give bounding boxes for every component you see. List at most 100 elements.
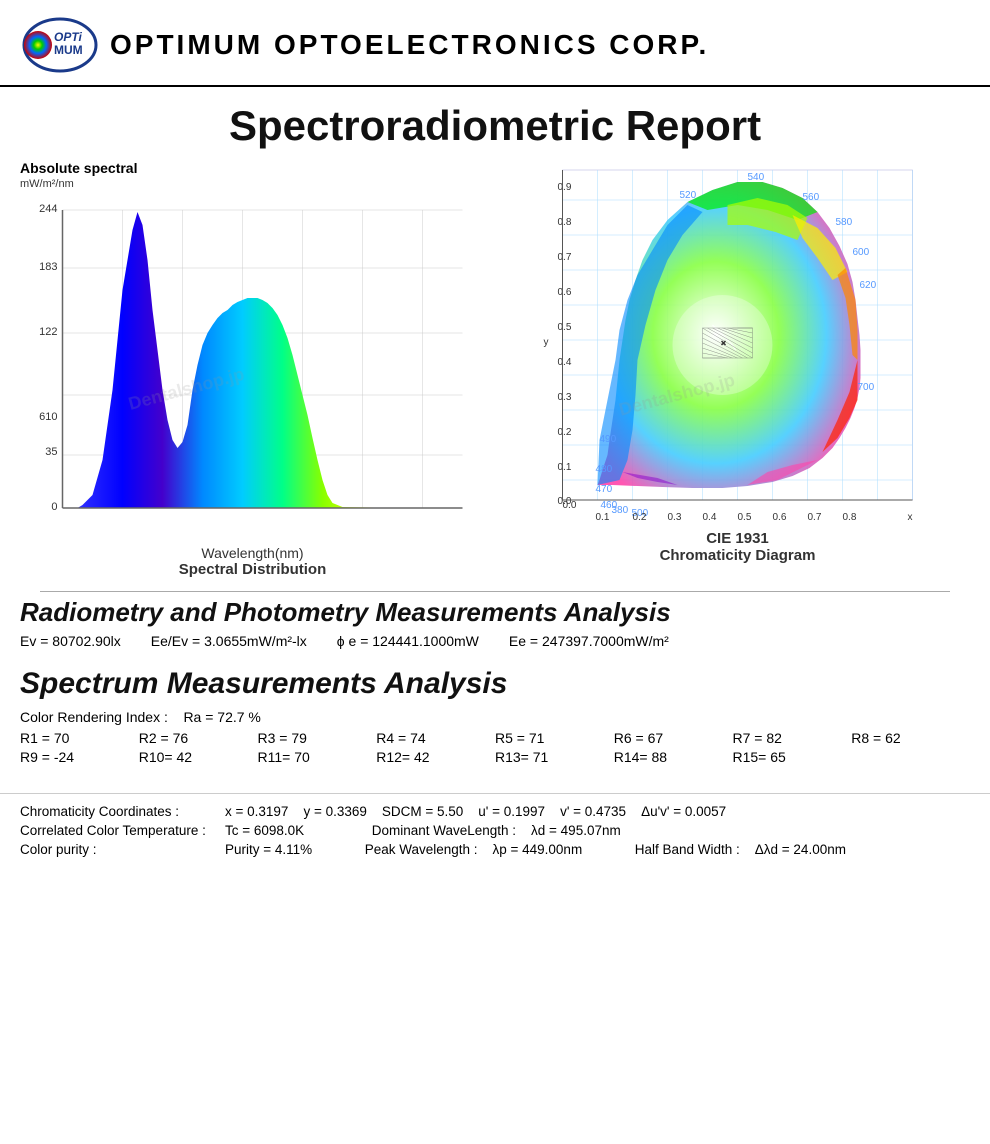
svg-text:700: 700 [858,382,875,393]
chromaticity-section: Chromaticity Coordinates : x = 0.3197 y … [0,793,990,866]
report-title: Spectroradiometric Report [0,87,990,160]
cie-title: CIE 1931 [505,530,970,547]
svg-text:610: 610 [39,411,57,423]
svg-text:490: 490 [600,434,617,445]
cie-chart-area: 520 540 560 580 600 620 700 490 480 470 … [505,160,970,530]
ee-ev-value: Ee/Ev = 3.0655mW/m²-lx [151,633,307,649]
r-row-2: R9 = -24 R10= 42 R11= 70 R12= 42 R13= 71… [20,749,970,765]
wavelength-label: Wavelength(nm) [20,545,485,561]
spectrum-title: Spectrum Measurements Analysis [20,667,970,701]
chrom-sdcm: SDCM = 5.50 [382,804,463,819]
svg-text:0.6: 0.6 [773,512,787,523]
company-name: OPTIMUM OPTOELECTRONICS CORP. [110,29,709,61]
cct-label: Correlated Color Temperature : [20,823,210,838]
r10: R10= 42 [139,749,258,765]
chrom-row-3: Color purity : Purity = 4.11% Peak Wavel… [20,842,970,857]
svg-text:OPTi: OPTi [54,30,82,44]
svg-text:470: 470 [596,484,613,495]
svg-text:0.7: 0.7 [808,512,822,523]
cri-line: Color Rendering Index : Ra = 72.7 % [20,709,970,725]
svg-text:620: 620 [860,280,877,291]
svg-text:0.4: 0.4 [558,357,572,368]
svg-text:0.1: 0.1 [558,462,572,473]
purity-value: Purity = 4.11% [225,842,312,857]
hbw-label: Half Band Width : [635,842,740,857]
color-purity-label: Color purity : [20,842,210,857]
svg-text:183: 183 [39,261,57,273]
radiometry-title: Radiometry and Photometry Measurements A… [20,597,970,628]
cie-subtitle: Chromaticity Diagram [505,547,970,564]
r15: R15= 65 [733,749,852,765]
dom-wavelength-value: λd = 495.07nm [531,823,621,838]
charts-section: Absolute spectral mW/m²/nm [0,160,990,578]
svg-text:35: 35 [45,446,57,458]
svg-text:0.5: 0.5 [558,322,572,333]
r12: R12= 42 [376,749,495,765]
chrom-row-2: Correlated Color Temperature : Tc = 6098… [20,823,970,838]
svg-text:0.0: 0.0 [558,496,572,507]
svg-text:0.8: 0.8 [558,217,572,228]
svg-text:MUM: MUM [54,43,83,57]
chrom-v: v' = 0.4735 [560,804,626,819]
svg-text:0.9: 0.9 [558,182,572,193]
spectral-unit: mW/m²/nm [20,178,485,190]
radiometry-values: Ev = 80702.90lx Ee/Ev = 3.0655mW/m²-lx ϕ… [20,633,970,649]
spectral-title: Spectral Distribution [20,561,485,578]
divider1 [40,591,950,592]
r5: R5 = 71 [495,730,614,746]
svg-text:0.7: 0.7 [558,252,572,263]
svg-text:0.8: 0.8 [843,512,857,523]
svg-text:0.2: 0.2 [558,427,572,438]
svg-text:600: 600 [853,247,870,258]
svg-text:0.5: 0.5 [738,512,752,523]
r14: R14= 88 [614,749,733,765]
r3: R3 = 79 [258,730,377,746]
r8: R8 = 62 [851,730,970,746]
chrom-y: y = 0.3369 [303,804,366,819]
radiometry-section: Radiometry and Photometry Measurements A… [0,578,990,657]
r1: R1 = 70 [20,730,139,746]
chrom-x: x = 0.3197 [225,804,288,819]
svg-text:560: 560 [803,192,820,203]
svg-text:380: 380 [612,505,629,516]
ee-value: Ee = 247397.7000mW/m² [509,633,669,649]
r11: R11= 70 [258,749,377,765]
svg-text:y: y [544,337,549,348]
svg-text:520: 520 [680,190,697,201]
chrom-row-1: Chromaticity Coordinates : x = 0.3197 y … [20,804,970,819]
ev-value: Ev = 80702.90lx [20,633,121,649]
svg-text:540: 540 [748,172,765,183]
cie-chart: 520 540 560 580 600 620 700 490 480 470 … [505,160,970,564]
svg-text:0.3: 0.3 [558,392,572,403]
r9: R9 = -24 [20,749,139,765]
spectrum-section: Spectrum Measurements Analysis Color Ren… [0,657,990,778]
chrom-coords-label: Chromaticity Coordinates : [20,804,210,819]
svg-text:480: 480 [596,464,613,475]
spectral-distribution: Absolute spectral mW/m²/nm [20,160,485,578]
chrom-u: u' = 0.1997 [478,804,545,819]
company-logo: OPTi MUM [20,15,100,75]
svg-text:0.4: 0.4 [703,512,717,523]
header: OPTi MUM OPTIMUM OPTOELECTRONICS CORP. [0,0,990,87]
r-empty [851,749,970,765]
r13: R13= 71 [495,749,614,765]
spectral-chart-area: 244 183 122 610 35 0 [20,190,485,540]
chrom-delta-uv: Δu'v' = 0.0057 [641,804,726,819]
svg-text:0.1: 0.1 [596,512,610,523]
phi-e-value: ϕ e = 124441.1000mW [337,633,479,649]
svg-text:122: 122 [39,326,57,338]
svg-text:0: 0 [51,501,57,513]
svg-text:0.3: 0.3 [668,512,682,523]
r7: R7 = 82 [733,730,852,746]
r-row-1: R1 = 70 R2 = 76 R3 = 79 R4 = 74 R5 = 71 … [20,730,970,746]
logo-container: OPTi MUM OPTIMUM OPTOELECTRONICS CORP. [20,15,709,75]
svg-text:244: 244 [39,203,57,215]
r4: R4 = 74 [376,730,495,746]
spectral-label: Absolute spectral [20,160,485,176]
svg-text:0.6: 0.6 [558,287,572,298]
svg-text:580: 580 [836,217,853,228]
dom-wavelength-label: Dominant WaveLength : [372,823,516,838]
svg-text:x: x [908,512,913,523]
spectral-svg: 244 183 122 610 35 0 [20,190,485,540]
svg-text:0.2: 0.2 [633,512,647,523]
